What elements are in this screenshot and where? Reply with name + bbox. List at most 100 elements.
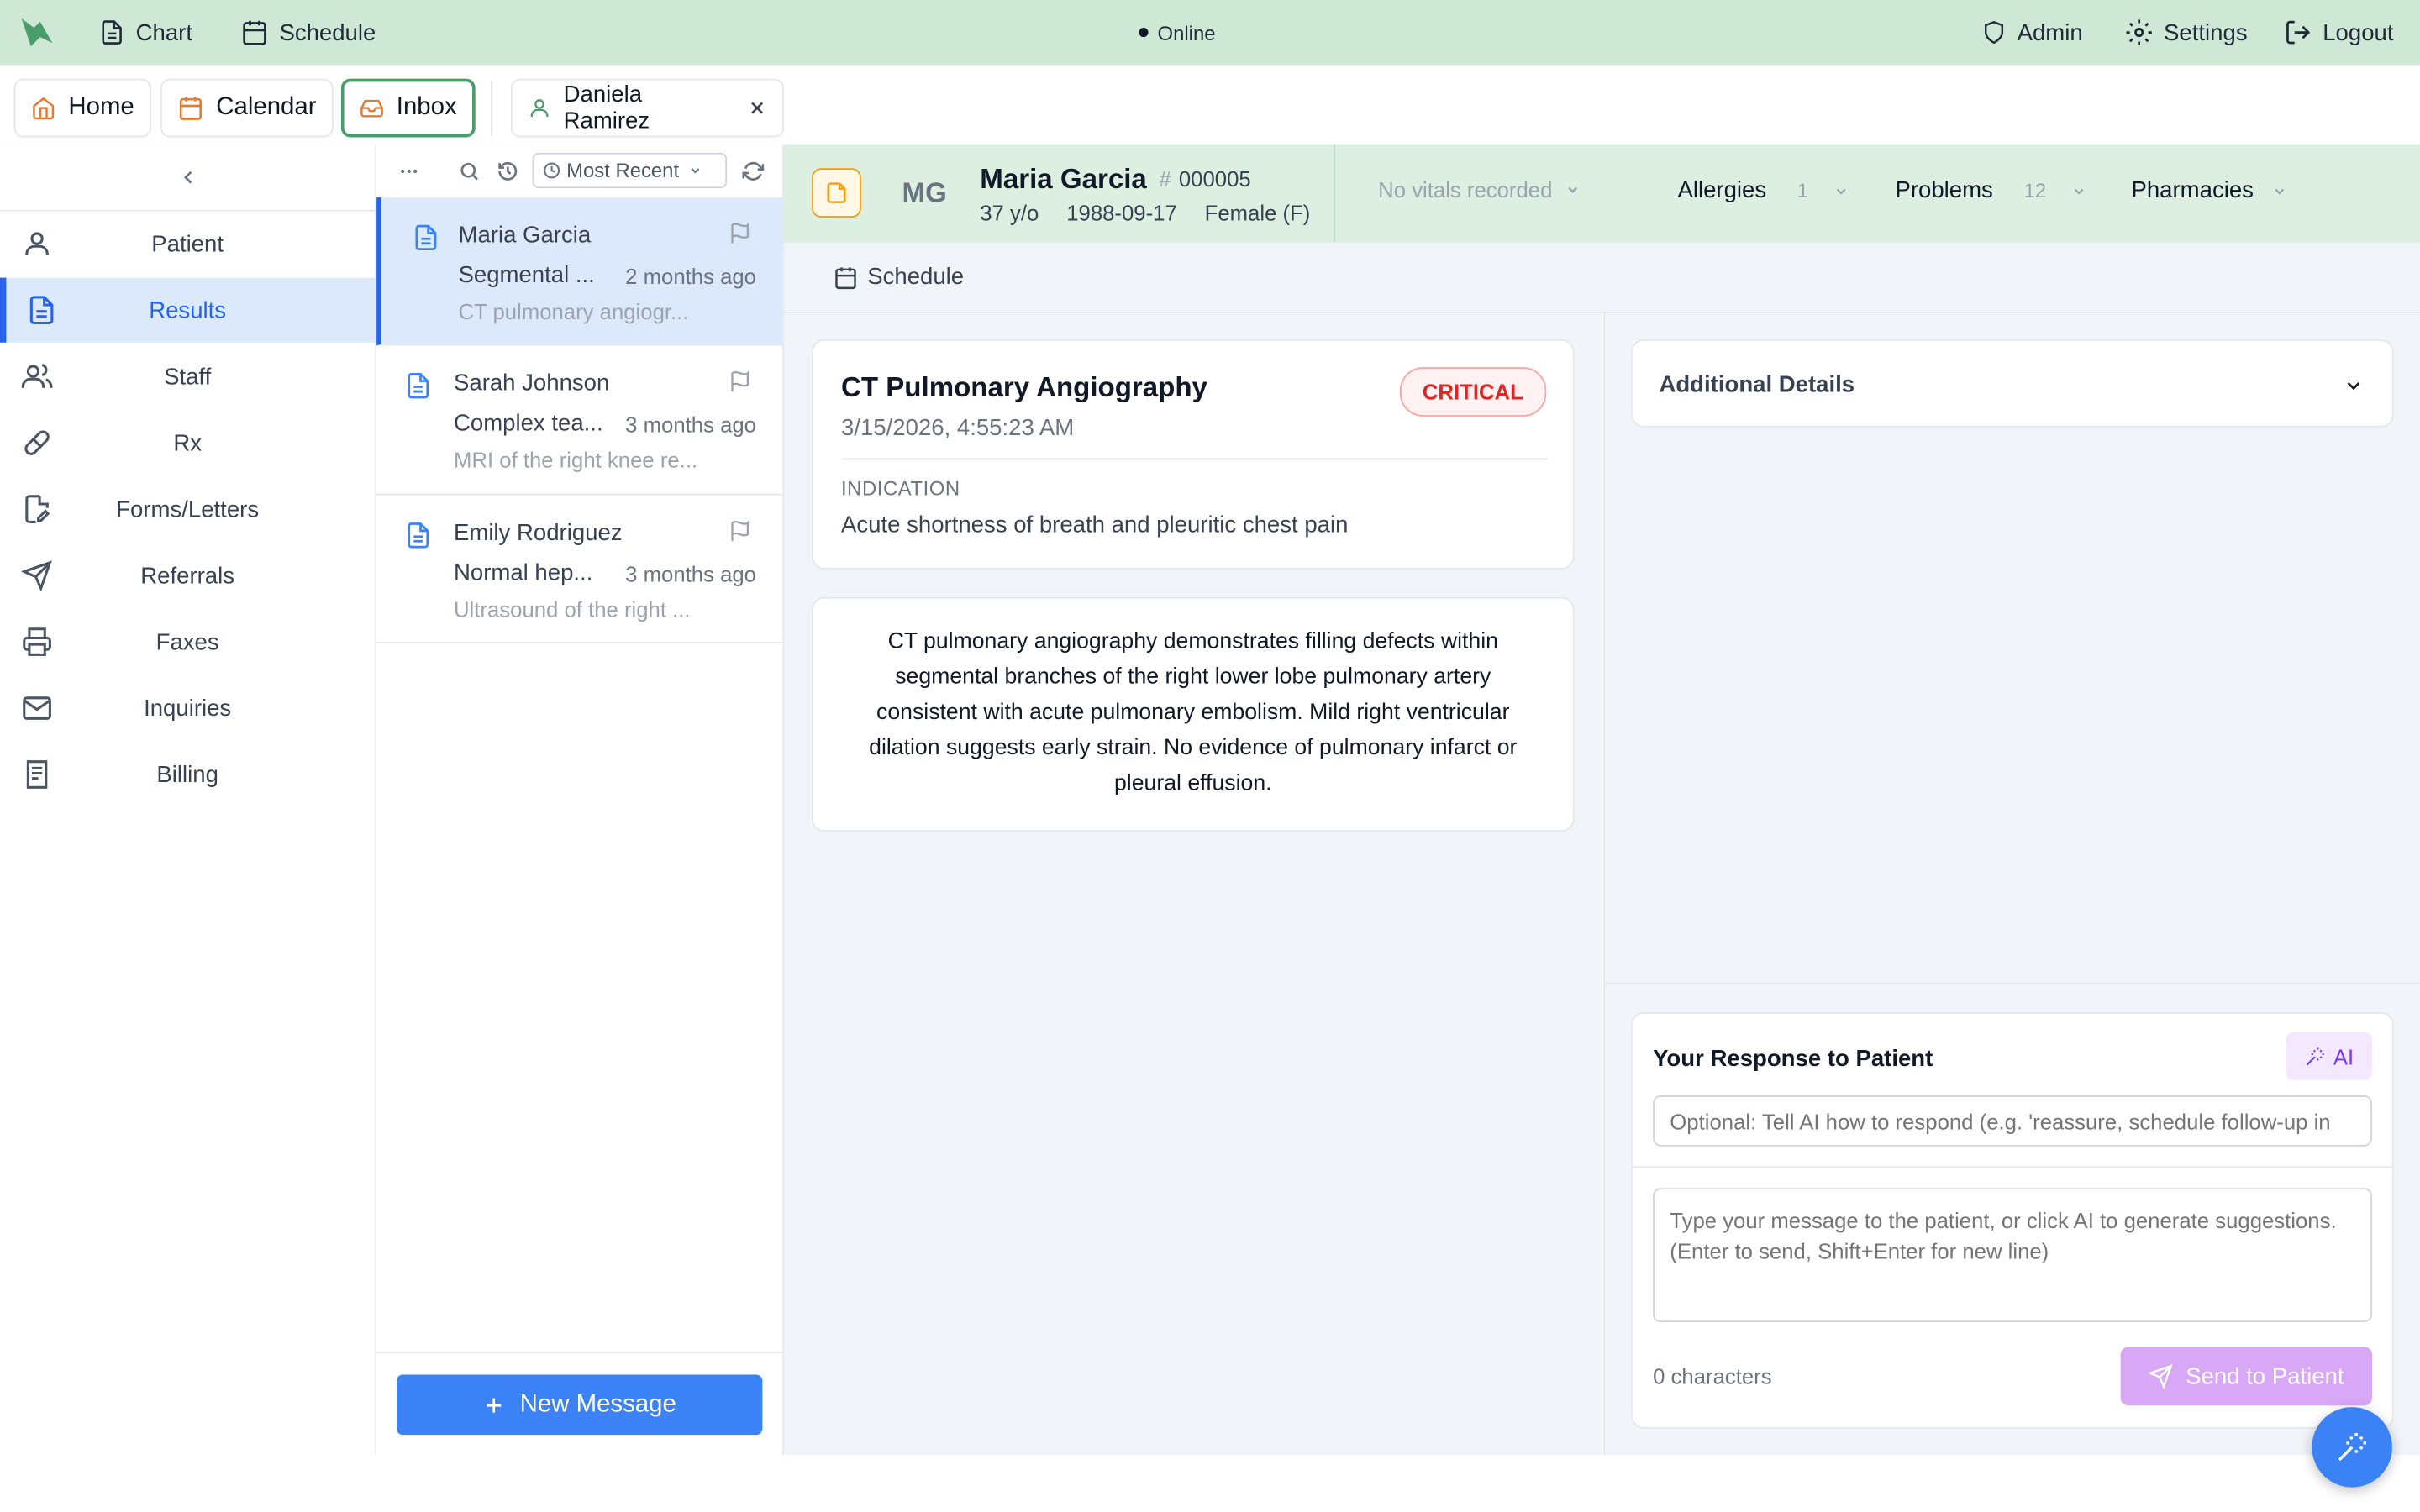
message-item-sarah-johnson[interactable]: Sarah Johnson Complex tea... 3 months ag… <box>376 345 783 496</box>
response-title: Your Response to Patient <box>1653 1046 1933 1073</box>
sidebar-item-inquiries[interactable]: Inquiries <box>0 675 375 740</box>
history-icon[interactable] <box>497 160 518 182</box>
schedule-nav-button[interactable]: Schedule <box>241 0 376 65</box>
patient-response-card: Your Response to Patient AI 0 characters… <box>1631 1011 2394 1429</box>
document-icon <box>408 373 429 399</box>
sidebar-collapse-button[interactable] <box>0 145 376 212</box>
message-item-emily-rodriguez[interactable]: Emily Rodriguez Normal hep... 3 months a… <box>376 496 783 643</box>
allergies-label: Allergies <box>1677 177 1767 204</box>
document-icon <box>415 224 437 251</box>
send-to-patient-button[interactable]: Send to Patient <box>2120 1347 2373 1406</box>
sort-dropdown[interactable]: Most Recent <box>532 152 728 189</box>
patient-id-value: 000005 <box>1178 166 1251 192</box>
sidebar-item-referrals[interactable]: Referrals <box>0 543 375 608</box>
more-horizontal-icon[interactable] <box>398 160 420 182</box>
ai-instruction-input[interactable] <box>1653 1095 2373 1147</box>
problems-label: Problems <box>1895 177 1993 204</box>
sidebar-item-results[interactable]: Results <box>0 277 376 343</box>
message-item-maria-garcia[interactable]: Maria Garcia Segmental ... 2 months ago … <box>376 197 783 346</box>
close-icon[interactable] <box>747 97 767 119</box>
settings-button[interactable]: Settings <box>2125 0 2248 65</box>
schedule-subnav-label: Schedule <box>867 264 965 291</box>
problems-dropdown[interactable]: Problems 12 <box>1895 177 2086 203</box>
character-count: 0 characters <box>1653 1363 1772 1389</box>
problems-count: 12 <box>2023 179 2047 202</box>
response-pane: Additional Details Your Response to Pati… <box>1603 312 2420 1456</box>
result-summary-card: CT Pulmonary Angiography 3/15/2026, 4:55… <box>812 339 1575 570</box>
new-message-button[interactable]: New Message <box>397 1374 763 1436</box>
sidebar-item-label: Rx <box>173 429 203 456</box>
allergies-count: 1 <box>1797 179 1809 202</box>
schedule-subnav-button[interactable]: Schedule <box>834 242 964 312</box>
app-logo-icon[interactable] <box>18 0 55 65</box>
result-title: CT Pulmonary Angiography <box>841 371 1207 403</box>
message-textarea[interactable] <box>1653 1188 2373 1323</box>
logout-label: Logout <box>2323 18 2394 46</box>
connection-status: Online <box>1139 0 1216 65</box>
admin-label: Admin <box>2017 18 2083 46</box>
sidebar-item-label: Billing <box>156 761 218 788</box>
additional-details-panel[interactable]: Additional Details <box>1631 339 2394 428</box>
inbox-icon <box>360 99 383 118</box>
tab-divider <box>491 80 492 136</box>
logout-button[interactable]: Logout <box>2284 0 2394 65</box>
message-subject: Complex tea... <box>453 410 603 437</box>
tab-inbox[interactable]: Inbox <box>340 78 476 138</box>
sidebar-item-faxes[interactable]: Faxes <box>0 609 375 674</box>
tab-calendar[interactable]: Calendar <box>160 78 334 138</box>
tab-home[interactable]: Home <box>13 78 151 138</box>
file-edit-icon <box>25 495 50 523</box>
flag-icon[interactable] <box>729 370 752 394</box>
patient-demographics: 37 y/o 1988-09-17 Female (F) <box>980 201 1310 225</box>
tab-home-label: Home <box>68 94 134 121</box>
search-icon[interactable] <box>458 160 480 182</box>
admin-button[interactable]: Admin <box>1981 0 2083 65</box>
refresh-icon[interactable] <box>742 160 765 182</box>
sidebar-item-patient[interactable]: Patient <box>0 212 375 276</box>
sidebar-item-label: Inquiries <box>144 695 232 722</box>
patient-sex: Female (F) <box>1204 200 1311 226</box>
sidebar-item-staff[interactable]: Staff <box>0 344 375 409</box>
user-icon <box>25 232 49 255</box>
vitals-dropdown[interactable]: No vitals recorded <box>1378 177 1580 202</box>
message-time: 3 months ago <box>625 412 756 437</box>
calendar-icon <box>179 97 202 120</box>
ai-button-label: AI <box>2333 1043 2354 1068</box>
sidebar-item-forms-letters[interactable]: Forms/Letters <box>0 477 375 542</box>
chevron-down-icon <box>1836 187 1846 194</box>
magic-wand-icon <box>2306 1047 2324 1065</box>
message-subject: Normal hep... <box>453 559 593 586</box>
pharmacies-dropdown[interactable]: Pharmacies <box>2131 177 2287 203</box>
receipt-icon <box>26 760 48 789</box>
flag-icon[interactable] <box>729 222 752 245</box>
message-preview: Ultrasound of the right ... <box>453 596 691 622</box>
allergies-dropdown[interactable]: Allergies 1 <box>1677 177 1848 203</box>
sidebar-item-rx[interactable]: Rx <box>0 411 375 475</box>
ai-assistant-fab[interactable] <box>2312 1407 2392 1488</box>
chevron-down-icon <box>2347 382 2360 391</box>
message-sender: Emily Rodriguez <box>453 519 623 547</box>
patient-subnav: Schedule <box>784 242 2420 313</box>
sidebar-item-billing[interactable]: Billing <box>0 742 375 806</box>
chevron-down-icon <box>2275 187 2285 194</box>
tab-patient-daniela-ramirez[interactable]: Daniela Ramirez <box>510 78 785 138</box>
sidebar-item-label: Staff <box>164 363 212 390</box>
patient-age: 37 y/o <box>980 200 1039 226</box>
document-badge-icon[interactable] <box>812 168 861 218</box>
chevron-down-icon <box>1567 186 1577 193</box>
divider <box>1633 1166 2392 1168</box>
flag-icon[interactable] <box>729 520 752 543</box>
plus-icon <box>486 1397 501 1412</box>
chart-nav-button[interactable]: Chart <box>99 0 192 65</box>
connection-status-label: Online <box>1157 20 1216 45</box>
patient-id: #000005 <box>1159 166 1250 191</box>
patient-name[interactable]: Maria Garcia <box>980 164 1146 197</box>
status-dot-icon <box>1139 28 1149 38</box>
chevron-down-icon <box>2074 187 2084 194</box>
ai-suggest-button[interactable]: AI <box>2286 1032 2373 1080</box>
mail-icon <box>23 696 51 720</box>
pill-icon <box>24 430 50 455</box>
settings-label: Settings <box>2164 18 2248 46</box>
shield-icon <box>1984 21 2004 45</box>
inbox-toolbar: Most Recent <box>376 145 782 197</box>
